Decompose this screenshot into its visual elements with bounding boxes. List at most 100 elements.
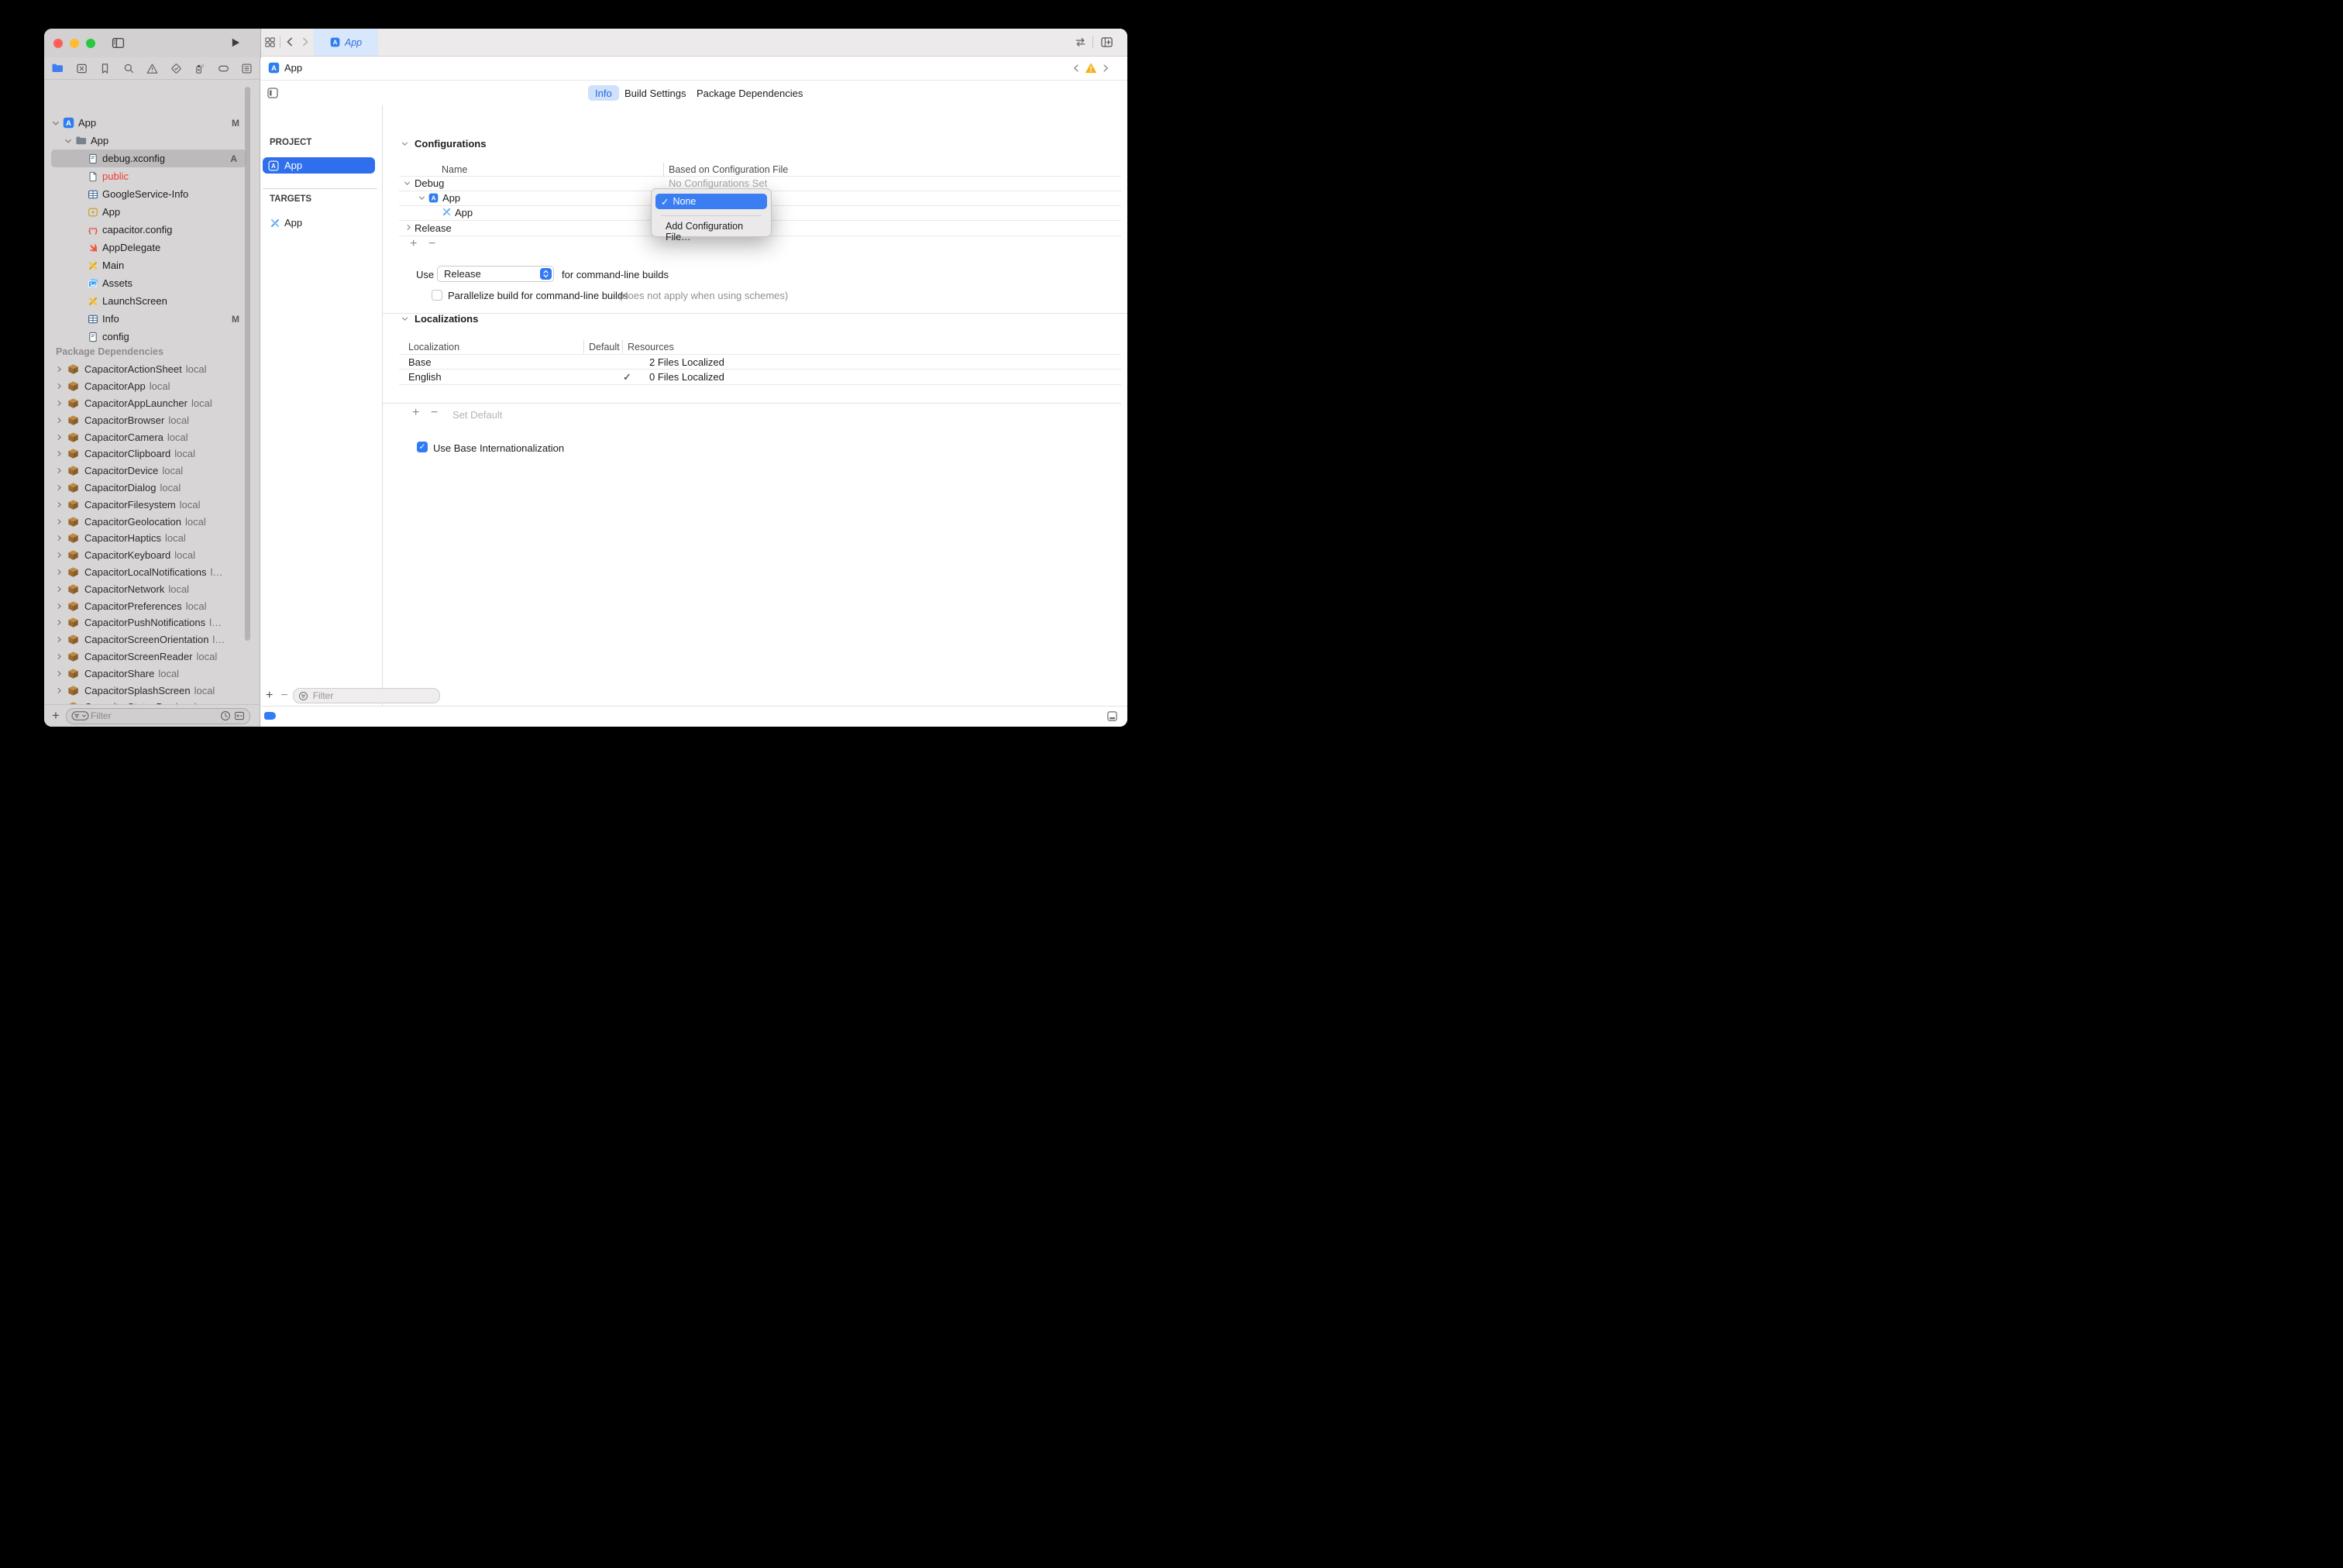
chevron-right-icon[interactable] — [56, 687, 63, 694]
package-row[interactable]: CapacitorPushNotifications l… — [44, 614, 260, 631]
package-row[interactable]: CapacitorActionSheet local — [44, 361, 260, 378]
swap-editor-icon[interactable] — [1075, 36, 1086, 48]
project-navigator-icon[interactable] — [51, 62, 64, 74]
package-row[interactable]: CapacitorGeolocation local — [44, 513, 260, 530]
package-row[interactable]: CapacitorClipboard local — [44, 445, 260, 462]
command-line-config-select[interactable]: Release — [437, 266, 554, 282]
menu-item-add-configuration-file[interactable]: Add Configuration File… — [666, 221, 771, 242]
add-editor-icon[interactable] — [1100, 36, 1113, 49]
debug-navigator-icon[interactable] — [194, 63, 205, 74]
tab-build-settings[interactable]: Build Settings — [618, 85, 693, 101]
tree-row-file[interactable]: public — [44, 167, 260, 185]
set-default-button[interactable]: Set Default — [452, 409, 502, 421]
editor-tab-app[interactable]: App — [314, 29, 378, 56]
package-row[interactable]: CapacitorCamera local — [44, 428, 260, 445]
tab-overview-icon[interactable] — [264, 36, 276, 48]
warning-icon[interactable] — [1085, 63, 1096, 74]
source-control-status-icon[interactable] — [234, 710, 245, 721]
chevron-right-icon[interactable] — [56, 501, 63, 508]
package-row[interactable]: CapacitorKeyboard local — [44, 547, 260, 564]
package-row[interactable]: CapacitorHaptics local — [44, 530, 260, 547]
tree-row-file[interactable]: App — [44, 203, 260, 221]
navigator-scrollbar[interactable] — [245, 87, 250, 641]
column-divider[interactable] — [663, 163, 664, 176]
remove-target-button[interactable]: − — [280, 690, 287, 701]
config-row-debug-value[interactable]: No Configurations Set — [669, 177, 767, 189]
project-row-selected[interactable]: App — [263, 157, 375, 174]
chevron-right-icon[interactable] — [56, 603, 63, 610]
tree-row-file-selected[interactable]: debug.xconfig A — [51, 150, 246, 167]
tree-row-file[interactable]: GoogleService-Info — [44, 185, 260, 203]
toggle-debug-area-icon[interactable] — [1106, 710, 1118, 722]
chevron-right-icon[interactable] — [56, 366, 63, 373]
chevron-right-icon[interactable] — [56, 670, 63, 677]
disclosure-icon[interactable] — [64, 137, 72, 145]
menu-item-none-selected[interactable]: ✓ None — [655, 194, 767, 209]
chevron-right-icon[interactable] — [56, 586, 63, 593]
target-filter-field[interactable] — [293, 688, 440, 703]
config-row-app[interactable]: App — [442, 192, 460, 204]
zoom-window-button[interactable] — [86, 39, 95, 48]
package-row[interactable]: CapacitorFilesystem local — [44, 496, 260, 513]
chevron-right-icon[interactable] — [56, 636, 63, 643]
tree-row-file[interactable]: config — [44, 328, 260, 346]
tree-row-file[interactable]: Assets — [44, 274, 260, 292]
package-row[interactable]: CapacitorDialog local — [44, 480, 260, 497]
tree-row-file[interactable]: LaunchScreen — [44, 292, 260, 310]
package-row[interactable]: CapacitorSplashScreen local — [44, 682, 260, 699]
run-button[interactable] — [230, 37, 241, 48]
find-navigator-icon[interactable] — [123, 63, 135, 74]
tree-row-file[interactable]: capacitor.config — [44, 221, 260, 239]
close-window-button[interactable] — [53, 39, 63, 48]
chevron-right-icon[interactable] — [56, 619, 63, 626]
filter-options-icon[interactable] — [71, 710, 89, 721]
tab-info[interactable]: Info — [588, 85, 619, 101]
tab-package-dependencies[interactable]: Package Dependencies — [690, 85, 810, 101]
target-row[interactable]: App — [270, 217, 302, 229]
package-row[interactable]: CapacitorBrowser local — [44, 411, 260, 428]
breadcrumb[interactable]: App — [284, 62, 302, 74]
add-file-button[interactable]: + — [52, 710, 60, 721]
package-row[interactable]: CapacitorPreferences local — [44, 597, 260, 614]
go-back-icon[interactable] — [284, 36, 295, 47]
remove-configuration-button[interactable]: − — [428, 239, 435, 249]
row-disclosure-icon[interactable] — [404, 180, 411, 187]
tree-row-file[interactable]: Info M — [44, 310, 260, 328]
section-disclosure-icon[interactable] — [401, 140, 408, 147]
row-disclosure-icon[interactable] — [405, 224, 412, 231]
package-row[interactable]: CapacitorAppLauncher local — [44, 395, 260, 412]
chevron-right-icon[interactable] — [56, 434, 63, 441]
toggle-navigator-icon[interactable] — [112, 36, 125, 50]
hide-project-list-icon[interactable] — [267, 87, 279, 99]
chevron-right-icon[interactable] — [56, 535, 63, 542]
package-row[interactable]: CapacitorDevice local — [44, 462, 260, 480]
use-base-internationalization-checkbox[interactable]: ✓ — [417, 442, 428, 452]
chevron-right-icon[interactable] — [56, 518, 63, 525]
row-disclosure-icon[interactable] — [418, 194, 425, 201]
package-row[interactable]: CapacitorNetwork local — [44, 580, 260, 597]
recent-files-icon[interactable] — [220, 710, 231, 721]
chevron-right-icon[interactable] — [56, 450, 63, 457]
test-navigator-icon[interactable] — [170, 63, 182, 74]
package-row[interactable]: CapacitorShare local — [44, 665, 260, 682]
section-disclosure-icon[interactable] — [401, 315, 408, 322]
next-issue-icon[interactable] — [1101, 64, 1110, 73]
divider[interactable] — [382, 105, 383, 706]
bookmarks-navigator-icon[interactable] — [99, 63, 111, 74]
chevron-right-icon[interactable] — [56, 552, 63, 559]
report-navigator-icon[interactable] — [241, 63, 253, 74]
chevron-right-icon[interactable] — [56, 383, 63, 390]
localization-row-name[interactable]: Base — [408, 356, 432, 368]
chevron-right-icon[interactable] — [56, 400, 63, 407]
tree-row-file[interactable]: AppDelegate — [44, 239, 260, 256]
config-row-debug[interactable]: Debug — [415, 177, 444, 189]
minimize-window-button[interactable] — [70, 39, 79, 48]
tree-row-project[interactable]: App M — [44, 114, 260, 132]
target-filter-input[interactable] — [311, 689, 435, 702]
config-row-release[interactable]: Release — [415, 222, 452, 234]
tree-row-file[interactable]: Main — [44, 256, 260, 274]
breakpoints-toggle[interactable] — [264, 712, 276, 720]
column-divider[interactable] — [622, 340, 623, 353]
chevron-right-icon[interactable] — [56, 484, 63, 491]
localization-row-name[interactable]: English — [408, 371, 442, 383]
